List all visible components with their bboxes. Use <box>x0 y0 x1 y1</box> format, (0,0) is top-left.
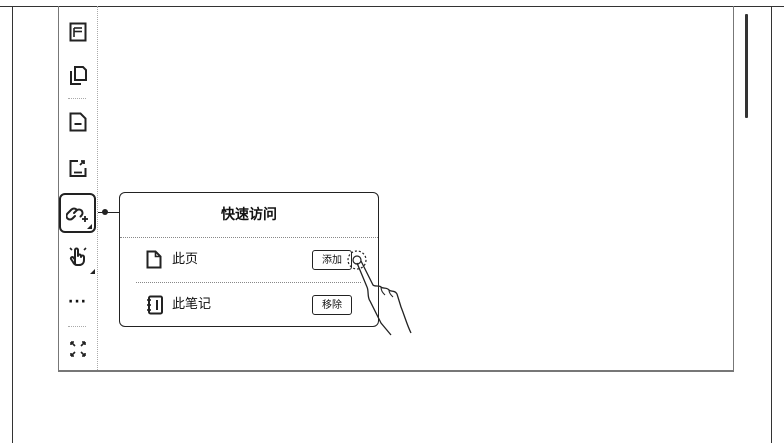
row-label: 此页 <box>172 252 199 267</box>
page-layout-icon <box>69 22 86 42</box>
page-icon <box>146 250 162 269</box>
toolbar-fullscreen-button[interactable] <box>58 329 97 369</box>
copy-pages-icon <box>69 66 87 85</box>
quick-access-row-this-notebook: 此笔记 移除 <box>136 283 361 327</box>
toolbar-more-button[interactable]: ··· <box>58 282 97 322</box>
callout-connector-line <box>98 212 119 213</box>
tap-hand-icon <box>347 250 412 336</box>
gesture-touch-icon <box>68 247 87 266</box>
toolbar-page-layout-button[interactable] <box>58 12 97 52</box>
quick-access-row-this-page: 此页 添加 <box>136 238 361 283</box>
frame-left-edge <box>12 6 13 443</box>
popup-title: 快速访问 <box>120 193 378 238</box>
quick-access-popup: 快速访问 此页 添加 此笔记 移除 <box>119 192 379 327</box>
side-toolbar: ··· <box>58 6 98 370</box>
quick-access-link-icon <box>65 207 88 222</box>
toolbar-export-button[interactable] <box>58 148 97 188</box>
toolbar-copy-pages-button[interactable] <box>58 56 97 96</box>
notebook-icon <box>147 295 163 315</box>
toolbar-remove-page-button[interactable] <box>58 102 97 142</box>
submenu-corner-icon <box>90 269 95 274</box>
frame-right-edge <box>771 6 772 443</box>
fullscreen-icon <box>69 341 86 357</box>
remove-page-icon <box>69 112 86 132</box>
toolbar-gesture-button[interactable] <box>58 236 97 276</box>
toolbar-separator <box>68 326 86 327</box>
toolbar-separator <box>68 98 86 99</box>
export-icon <box>69 160 86 177</box>
row-label: 此笔记 <box>172 297 212 312</box>
toolbar-quick-access-button[interactable] <box>59 193 96 233</box>
vertical-scrollbar[interactable] <box>745 14 748 118</box>
submenu-corner-icon <box>87 224 92 229</box>
